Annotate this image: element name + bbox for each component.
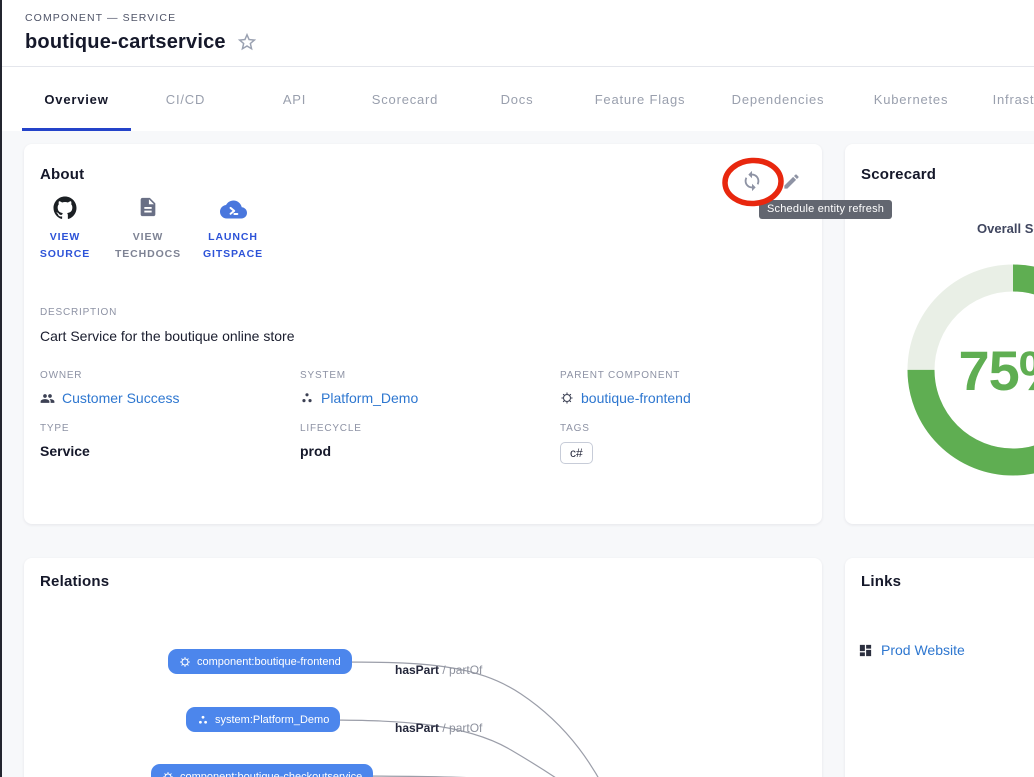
graph-node-boutique-frontend[interactable]: component:boutique-frontend (168, 649, 352, 674)
edge-label-rest: / partOf (439, 663, 482, 677)
star-outline-icon (236, 31, 258, 53)
about-card-title: About (40, 166, 84, 183)
parent-component-field: PARENT COMPONENT boutique-frontend (560, 370, 691, 406)
edge-label: hasPart / partOf (395, 721, 482, 735)
lifecycle-label: LIFECYCLE (300, 423, 362, 434)
tab-scorecard[interactable]: Scorecard (349, 67, 461, 131)
favorite-button[interactable] (235, 30, 259, 54)
relations-card: Relations hasPart / partOf hasPart / par… (24, 558, 822, 777)
description-label: DESCRIPTION (40, 307, 780, 318)
system-icon (300, 391, 314, 405)
collapsed-sidebar-edge (0, 0, 2, 777)
tab-kubernetes[interactable]: Kubernetes (849, 67, 973, 131)
tab-overview[interactable]: Overview (22, 67, 131, 131)
tab-docs[interactable]: Docs (461, 67, 573, 131)
overall-score-value: 75% (903, 260, 1034, 480)
type-value: Service (40, 443, 90, 459)
tag-chip: c# (560, 442, 593, 464)
view-source-label: VIEW SOURCE (34, 229, 96, 263)
pencil-edit-icon (782, 172, 801, 191)
page-title: boutique-cartservice (25, 31, 226, 54)
component-icon (179, 656, 191, 668)
view-techdocs-label: VIEW TECHDOCS (110, 229, 186, 263)
github-icon (34, 196, 96, 223)
tab-dependencies[interactable]: Dependencies (707, 67, 849, 131)
description-value: Cart Service for the boutique online sto… (40, 328, 780, 344)
graph-node-boutique-checkoutservice[interactable]: component:boutique-checkoutservice (151, 764, 373, 777)
graph-node-platform-demo[interactable]: system:Platform_Demo (186, 707, 340, 732)
system-link[interactable]: Platform_Demo (300, 390, 418, 406)
overall-score-label: Overall Score (977, 221, 1034, 236)
system-label: SYSTEM (300, 370, 418, 381)
refresh-button[interactable] (734, 163, 770, 199)
links-card: Links Prod Website (845, 558, 1034, 777)
graph-node-label: system:Platform_Demo (215, 714, 329, 726)
document-icon (110, 196, 186, 223)
parent-component-label: PARENT COMPONENT (560, 370, 691, 381)
tab-infrastructure[interactable]: Infrastructure (973, 67, 1034, 131)
view-source-action[interactable]: VIEW SOURCE (34, 196, 96, 263)
dashboard-icon (858, 643, 873, 658)
prod-website-link[interactable]: Prod Website (858, 642, 965, 658)
system-icon (197, 714, 209, 726)
system-field: SYSTEM Platform_Demo (300, 370, 418, 406)
type-label: TYPE (40, 423, 90, 434)
description-field: DESCRIPTION Cart Service for the boutiqu… (40, 307, 780, 344)
breadcrumb: COMPONENT — SERVICE (25, 12, 176, 24)
owner-label: OWNER (40, 370, 179, 381)
sync-refresh-icon (741, 170, 763, 192)
component-icon (560, 391, 574, 405)
view-techdocs-action[interactable]: VIEW TECHDOCS (110, 196, 186, 263)
system-value: Platform_Demo (321, 390, 418, 406)
prod-website-label: Prod Website (881, 642, 965, 658)
owner-link[interactable]: Customer Success (40, 390, 179, 406)
tags-field: TAGS c# (560, 423, 593, 464)
graph-node-label: component:boutique-checkoutservice (180, 771, 362, 777)
entity-header: COMPONENT — SERVICE boutique-cartservice (0, 0, 1034, 67)
component-icon (162, 771, 174, 777)
launch-gitspace-label: LAUNCH GITSPACE (194, 229, 272, 263)
owner-value: Customer Success (62, 390, 179, 406)
cloud-terminal-icon (194, 196, 272, 223)
owner-field: OWNER Customer Success (40, 370, 179, 406)
links-card-title: Links (861, 573, 901, 590)
tags-label: TAGS (560, 423, 593, 434)
edge-label-strong: hasPart (395, 663, 439, 677)
tab-cicd[interactable]: CI/CD (131, 67, 240, 131)
tab-feature-flags[interactable]: Feature Flags (573, 67, 707, 131)
parent-component-link[interactable]: boutique-frontend (560, 390, 691, 406)
lifecycle-field: LIFECYCLE prod (300, 423, 362, 459)
edge-label-strong: hasPart (395, 721, 439, 735)
scorecard-card-title: Scorecard (861, 166, 936, 183)
type-field: TYPE Service (40, 423, 90, 459)
edge-label-rest: / partOf (439, 721, 482, 735)
group-icon (40, 391, 55, 406)
parent-component-value: boutique-frontend (581, 390, 691, 406)
edit-button[interactable] (773, 163, 809, 199)
tab-api[interactable]: API (240, 67, 349, 131)
refresh-tooltip: Schedule entity refresh (759, 200, 892, 219)
launch-gitspace-action[interactable]: LAUNCH GITSPACE (194, 196, 272, 263)
about-card: About VIEW SOURCE VIEW TECHDOCS LAUNCH G… (24, 144, 822, 524)
edge-label: hasPart / partOf (395, 663, 482, 677)
lifecycle-value: prod (300, 443, 362, 459)
graph-node-label: component:boutique-frontend (197, 656, 341, 668)
entity-tabs: Overview CI/CD API Scorecard Docs Featur… (0, 67, 1034, 131)
overall-score-gauge: 75% (903, 260, 1034, 480)
